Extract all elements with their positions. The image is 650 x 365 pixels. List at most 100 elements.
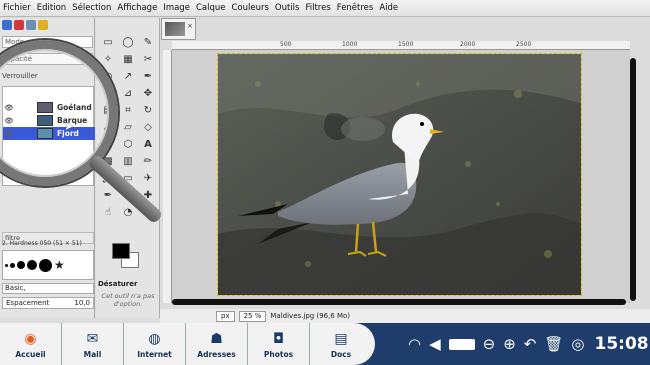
undo-icon[interactable]: ↶ xyxy=(524,335,537,353)
free-select-icon[interactable]: ✎ xyxy=(140,34,156,50)
taskbar-label: Internet xyxy=(137,349,172,359)
zoom-in-icon[interactable]: ⊕ xyxy=(503,335,516,353)
paths-icon[interactable]: ↗ xyxy=(120,68,136,84)
crop-icon[interactable]: ⌗ xyxy=(120,102,136,118)
layers-tab-icon[interactable] xyxy=(2,20,12,30)
menu-image[interactable]: Image xyxy=(163,3,190,13)
horizontal-scrollbar[interactable] xyxy=(172,299,626,305)
file-info: Maldives.jpg (96,6 Mo) xyxy=(270,312,351,320)
brush-preset[interactable] xyxy=(39,258,52,272)
menu-couleurs[interactable]: Couleurs xyxy=(231,3,268,13)
brush-name: 2. Hardness 050 (51 × 51) xyxy=(2,240,82,247)
dock-tab-icons xyxy=(0,18,95,32)
image-tab[interactable]: × xyxy=(161,18,196,40)
paths-tab-icon[interactable] xyxy=(26,20,36,30)
menu-edition[interactable]: Edition xyxy=(37,3,66,13)
clock: 15:08 xyxy=(594,334,649,354)
menu-calque[interactable]: Calque xyxy=(196,3,226,13)
brush-preset[interactable] xyxy=(5,263,8,267)
fg-bg-colors[interactable] xyxy=(112,243,140,271)
ruler-tick: 1000 xyxy=(342,41,358,48)
help-icon[interactable]: ◎ xyxy=(571,335,584,353)
vertical-scrollbar[interactable] xyxy=(630,58,636,301)
taskbar-label: Adresses xyxy=(197,349,236,359)
ruler-horizontal: 500 1000 1500 2000 2500 xyxy=(172,41,630,50)
menu-bar: Fichier Edition Sélection Affichage Imag… xyxy=(0,0,650,17)
cage-icon[interactable]: ⬡ xyxy=(120,136,136,152)
text-icon[interactable]: A xyxy=(140,136,156,152)
star-brush-icon[interactable]: ★ xyxy=(54,258,65,272)
taskbar-label: Docs xyxy=(330,349,352,359)
taskbar-accueil[interactable]: ◉ Accueil xyxy=(0,323,62,365)
camera-icon: ◘ xyxy=(272,330,285,347)
spacing-field[interactable]: Espacement 10,0 xyxy=(2,297,94,309)
smudge-icon[interactable]: ☝ xyxy=(100,204,116,220)
zoom-select[interactable]: 25 % xyxy=(238,310,267,322)
menu-filtres[interactable]: Filtres xyxy=(305,3,330,13)
menu-selection[interactable]: Sélection xyxy=(72,3,111,13)
airbrush-icon[interactable]: ✈ xyxy=(140,170,156,186)
menu-affichage[interactable]: Affichage xyxy=(117,3,157,13)
taskbar-mail[interactable]: ✉ Mail xyxy=(62,323,124,365)
mail-icon: ✉ xyxy=(86,330,99,347)
image-tab-thumbnail xyxy=(165,22,185,36)
tool-options-title: Désaturer xyxy=(98,280,138,288)
ruler-tick: 500 xyxy=(280,41,292,48)
home-icon: ◉ xyxy=(24,330,37,347)
brush-preset[interactable] xyxy=(17,261,25,269)
taskbar-label: Accueil xyxy=(15,349,46,359)
volume-slider[interactable] xyxy=(448,338,475,350)
fuzzy-select-icon[interactable]: ✧ xyxy=(100,51,116,67)
contacts-icon: ☗ xyxy=(210,330,223,347)
move-icon[interactable]: ✥ xyxy=(140,85,156,101)
rotate-icon[interactable]: ↻ xyxy=(140,102,156,118)
seagull-photo xyxy=(218,54,581,295)
menu-outils[interactable]: Outils xyxy=(275,3,300,13)
ruler-tick: 2500 xyxy=(516,41,532,48)
ink-icon[interactable]: ✒ xyxy=(100,187,116,203)
cursor-icon: ➤ xyxy=(64,119,75,133)
taskbar-label: Mail xyxy=(83,349,102,359)
menu-fenetres[interactable]: Fenêtres xyxy=(337,3,374,13)
zoom-out-icon[interactable]: ⊖ xyxy=(483,335,496,353)
menu-aide[interactable]: Aide xyxy=(379,3,398,13)
shear-icon[interactable]: ▱ xyxy=(120,119,136,135)
wifi-icon[interactable]: ◠ xyxy=(408,335,421,353)
close-icon[interactable]: × xyxy=(187,22,193,30)
rect-select-icon[interactable]: ▭ xyxy=(100,34,116,50)
ruler-tick: 2000 xyxy=(460,41,476,48)
foreground-color[interactable] xyxy=(112,243,130,259)
ellipse-select-icon[interactable]: ◯ xyxy=(120,34,136,50)
brush-preset[interactable] xyxy=(27,260,37,270)
brush-preset-select[interactable]: Basic, xyxy=(2,283,94,294)
taskbar-adresses[interactable]: ☗ Adresses xyxy=(186,323,248,365)
brush-grid: ★ xyxy=(2,250,94,280)
ruler-tick: 1500 xyxy=(398,41,414,48)
image-statusbar: px 25 % Maldives.jpg (96,6 Mo) xyxy=(160,309,650,323)
measure-icon[interactable]: ⊿ xyxy=(120,85,136,101)
taskbar-label: Photos xyxy=(263,349,294,359)
color-picker-icon[interactable]: ✒ xyxy=(140,68,156,84)
channels-tab-icon[interactable] xyxy=(14,20,24,30)
trash-icon[interactable]: 🗑 xyxy=(544,335,563,353)
taskbar-photos[interactable]: ◘ Photos xyxy=(248,323,310,365)
scissors-icon[interactable]: ✂ xyxy=(140,51,156,67)
unit-select[interactable]: px xyxy=(216,310,235,322)
taskbar-internet[interactable]: ◍ Internet xyxy=(124,323,186,365)
menu-fichier[interactable]: Fichier xyxy=(3,3,31,13)
perspective-icon[interactable]: ◇ xyxy=(140,119,156,135)
tool-options-message: Cet outil n'a pas d'option. xyxy=(101,292,155,308)
docs-icon: ▤ xyxy=(334,330,348,347)
volume-icon[interactable]: ◀ xyxy=(429,335,441,353)
blend-icon[interactable]: ▥ xyxy=(120,153,136,169)
taskbar-docs[interactable]: ▤ Docs xyxy=(310,323,372,365)
pencil-icon[interactable]: ✏ xyxy=(140,153,156,169)
brush-preset[interactable] xyxy=(10,262,15,268)
image-canvas[interactable] xyxy=(217,53,582,296)
app-launcher: ◉ Accueil ✉ Mail ◍ Internet ☗ Adresses ◘… xyxy=(0,323,375,365)
taskbar: ◉ Accueil ✉ Mail ◍ Internet ☗ Adresses ◘… xyxy=(0,323,650,365)
globe-icon: ◍ xyxy=(148,330,161,347)
ruler-vertical xyxy=(163,50,172,303)
undo-tab-icon[interactable] xyxy=(38,20,48,30)
color-select-icon[interactable]: ▦ xyxy=(120,51,136,67)
